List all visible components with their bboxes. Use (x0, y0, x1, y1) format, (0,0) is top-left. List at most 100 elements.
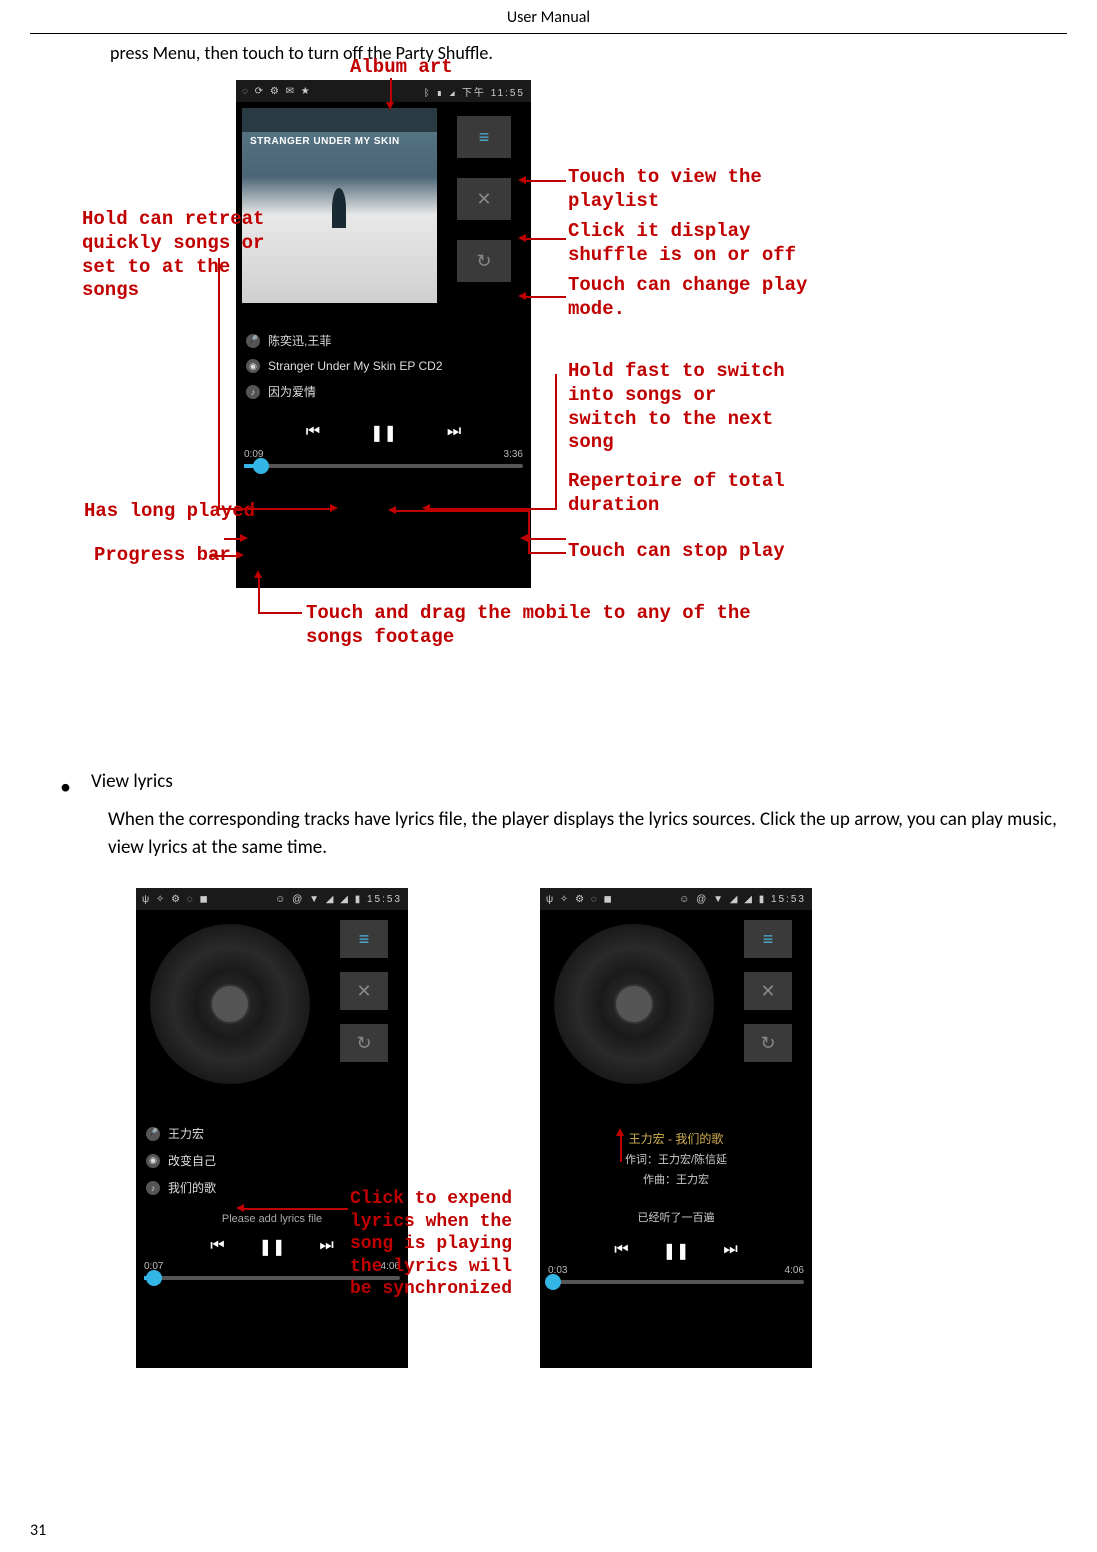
repeat-button-right[interactable]: ↻ (744, 1024, 792, 1062)
prev-button[interactable]: ⏮ (306, 423, 320, 443)
album-name-left: 改变自己 (168, 1152, 216, 1169)
next-button-left[interactable]: ⏭ (319, 1237, 333, 1257)
shuffle-button-right[interactable]: ✕ (744, 972, 792, 1010)
list-icon: ≡ (763, 929, 774, 950)
pause-button[interactable]: ❚❚ (370, 423, 397, 443)
arrow-playlist (526, 180, 566, 182)
playlist-button-right[interactable]: ≡ (744, 920, 792, 958)
shuffle-icon: ✕ (476, 189, 491, 210)
shuffle-icon: ✕ (760, 981, 775, 1002)
section-2: • View lyrics When the corresponding tra… (0, 770, 1097, 861)
arrowhead-playlist (518, 176, 526, 184)
album-area-left: ≡ ✕ ↻ (136, 910, 408, 1090)
arrow-drag-v (258, 578, 260, 614)
bullet-icon: • (60, 773, 71, 800)
arrow-expand-h (244, 1208, 348, 1210)
arrowhead-expand-l (236, 1204, 244, 1212)
progress-area: 0:09 3:36 (236, 449, 531, 476)
shuffle-icon: ✕ (356, 981, 371, 1002)
arrowhead-retreat (330, 504, 338, 512)
list-icon: ≡ (479, 127, 490, 148)
status-icons-right: ᛒ ▮ ◢ 下午 11:55 (424, 84, 525, 99)
status-bar: ◌ ⟳ ⚙ ✉ ★ ᛒ ▮ ◢ 下午 11:55 (236, 80, 531, 102)
repeat-button[interactable]: ↻ (457, 240, 511, 282)
arrow-drag-h (258, 612, 302, 614)
track-meta-left: 🎤王力宏 ◉ 改变自己 ♪ 我们的歌 (136, 1090, 408, 1201)
progress-bar-right[interactable] (548, 1280, 804, 1284)
progress-right: 0:03 4:06 (540, 1265, 812, 1292)
arrow-stop-h (528, 552, 566, 554)
status-bar-left: ψ ✧ ⚙ ◌ ◼ ☺ @ ▼ ◢ ◢ ▮ 15:53 (136, 888, 408, 910)
repeat-icon: ↻ (356, 1033, 371, 1054)
artist-row: 🎤 陈奕迅,王菲 (246, 327, 521, 354)
playlist-button-left[interactable]: ≡ (340, 920, 388, 958)
arrowhead-progress (236, 551, 244, 559)
arrowhead-shuffle (518, 234, 526, 242)
album-row-left: ◉ 改变自己 (146, 1147, 398, 1174)
arrowhead-album-art (386, 102, 394, 110)
lyrics-title: 王力宏 - 我们的歌 (540, 1128, 812, 1149)
arrow-retreat-h (218, 508, 330, 510)
progress-thumb-right[interactable] (545, 1274, 561, 1290)
album-area: STRANGER UNDER MY SKIN ≡ ✕ ↻ (236, 102, 531, 309)
lyrics-writer: 作词：王力宏/陈信延 (540, 1149, 812, 1169)
next-button[interactable]: ⏭ (447, 423, 461, 443)
progress-thumb-left[interactable] (146, 1270, 162, 1286)
shuffle-button[interactable]: ✕ (457, 178, 511, 220)
progress-bar[interactable] (244, 464, 523, 468)
mic-icon: 🎤 (146, 1127, 160, 1141)
arrow-play-mode (526, 296, 566, 298)
bullet-row: • View lyrics (0, 770, 1097, 800)
arrowhead-drag (254, 570, 262, 578)
arrowhead-duration (520, 534, 528, 542)
status-time-left: 15:53 (367, 894, 402, 905)
arrow-duration (528, 538, 566, 540)
label-drag: Touch and drag the mobile to any of the … (306, 602, 751, 650)
pause-button-right[interactable]: ❚❚ (663, 1241, 690, 1261)
prev-button-left[interactable]: ⏮ (210, 1237, 224, 1257)
repeat-button-left[interactable]: ↻ (340, 1024, 388, 1062)
pause-button-left[interactable]: ❚❚ (259, 1237, 286, 1257)
status-icons-left: ◌ ⟳ ⚙ ✉ ★ (242, 86, 312, 97)
artist-row-left: 🎤王力宏 (146, 1120, 398, 1147)
arrowhead-play-mode (518, 292, 526, 300)
prev-button-right[interactable]: ⏮ (614, 1241, 628, 1261)
next-button-right[interactable]: ⏭ (723, 1241, 737, 1261)
page: User Manual press Menu, then touch to tu… (0, 0, 1097, 1552)
album-cover: STRANGER UNDER MY SKIN (242, 108, 437, 303)
label-next-song: Hold fast to switch into songs or switch… (568, 360, 785, 455)
mic-icon: 🎤 (246, 334, 260, 348)
label-shuffle: Click it display shuffle is on or off (568, 220, 796, 268)
arrow-album-art (390, 78, 392, 102)
s2-body: When the corresponding tracks have lyric… (0, 800, 1097, 861)
arrowhead-played (240, 534, 248, 542)
arrow-shuffle (526, 238, 566, 240)
repeat-icon: ↻ (476, 251, 491, 272)
status-icons-left-l: ψ ✧ ⚙ ◌ ◼ (142, 894, 210, 905)
song-name: 因为爱情 (268, 383, 316, 400)
label-stop: Touch can stop play (568, 540, 785, 564)
figure-1: ◌ ⟳ ⚙ ✉ ★ ᛒ ▮ ◢ 下午 11:55 STRANGER UNDER … (0, 60, 1097, 690)
lyrics-sung: 已经听了一百遍 (540, 1189, 812, 1227)
album-disc-left (150, 924, 310, 1084)
status-icons-right-r: ☺ @ ▼ ◢ ◢ ▮ 15:53 (679, 894, 806, 905)
lyrics-composer: 作曲：王力宏 (540, 1169, 812, 1189)
label-expand-lyrics: Click to expend lyrics when the song is … (350, 1188, 512, 1301)
song-name-left: 我们的歌 (168, 1179, 216, 1196)
note-icon: ♪ (246, 385, 260, 399)
s2-heading: View lyrics (91, 770, 173, 793)
track-meta: 🎤 陈奕迅,王菲 ◉Stranger Under My Skin EP CD2 ♪… (236, 309, 531, 405)
note-icon: ♪ (146, 1181, 160, 1195)
artist-name: 陈奕迅,王菲 (268, 332, 331, 349)
playlist-button[interactable]: ≡ (457, 116, 511, 158)
disc-icon: ◉ (246, 359, 260, 373)
album-row: ◉Stranger Under My Skin EP CD2 (246, 354, 521, 378)
page-header: User Manual (0, 0, 1097, 27)
disc-icon: ◉ (146, 1154, 160, 1168)
shuffle-button-left[interactable]: ✕ (340, 972, 388, 1010)
arrow-expand-v2 (620, 1136, 622, 1162)
album-disc-right (554, 924, 714, 1084)
side-buttons-left: ≡ ✕ ↻ (340, 920, 388, 1062)
progress-thumb[interactable] (253, 458, 269, 474)
playback-controls: ⏮ ❚❚ ⏭ (236, 405, 531, 449)
